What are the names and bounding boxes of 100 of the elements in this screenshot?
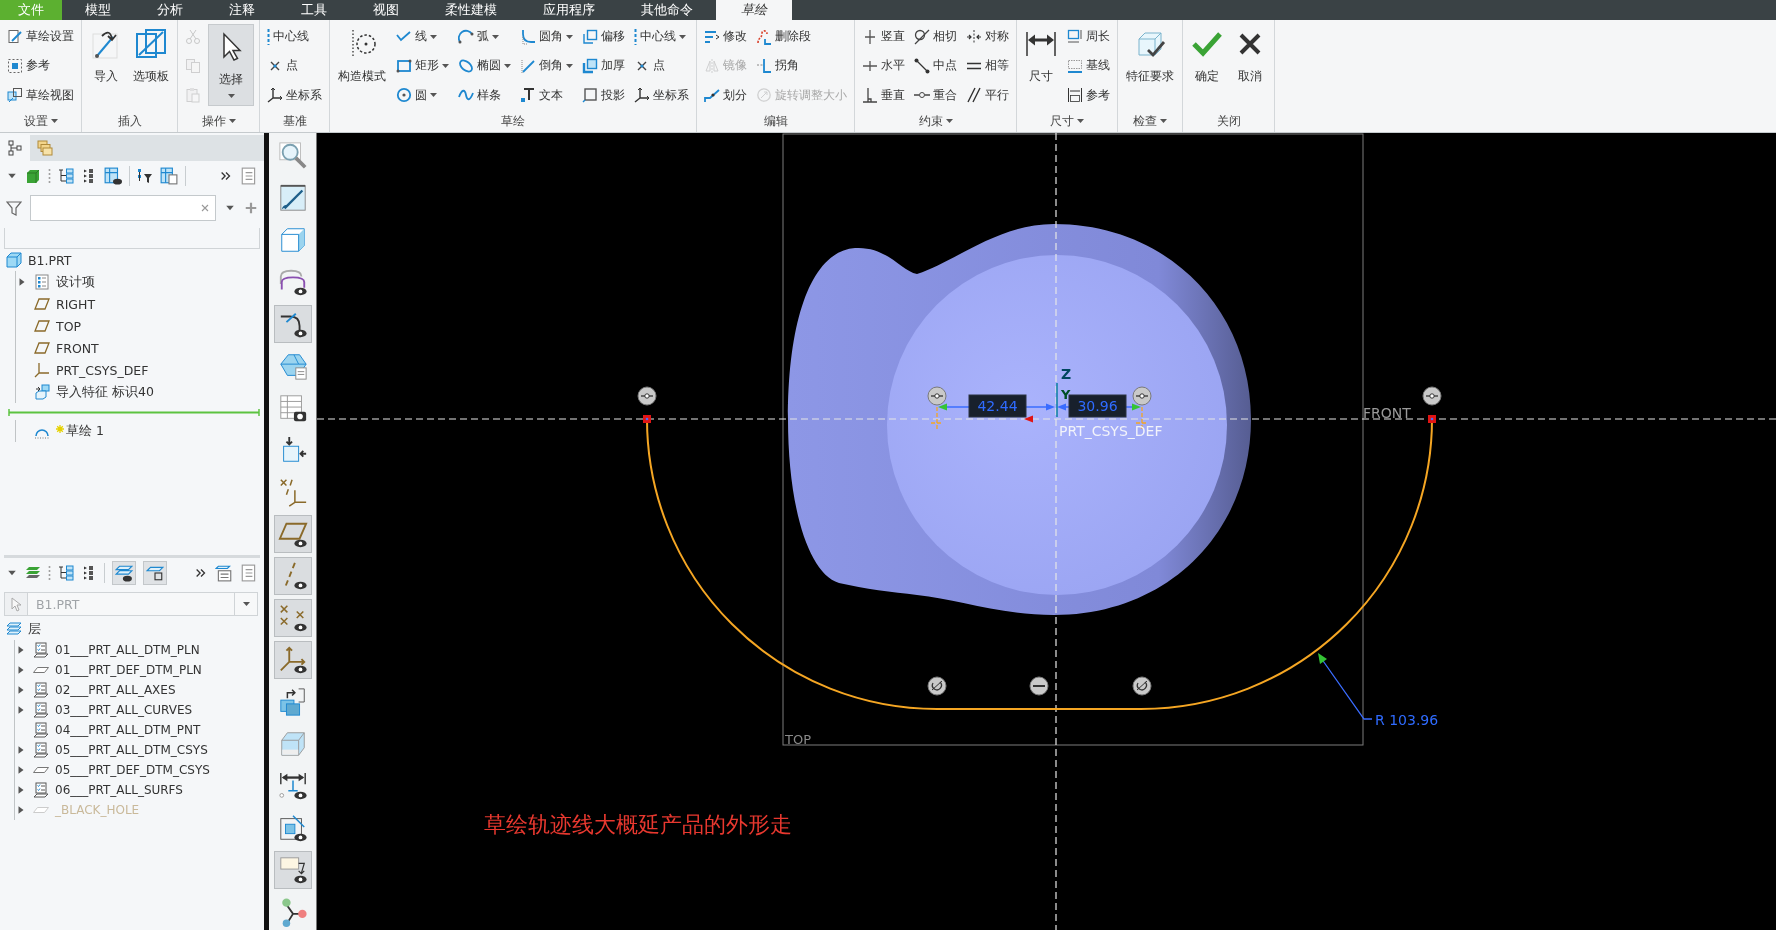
layer-item[interactable]: 01___PRT_DEF_DTM_PLN (15, 663, 202, 677)
ribbon-button[interactable]: 垂直 (860, 82, 907, 108)
ribbon-tab[interactable]: 草绘 (716, 0, 792, 20)
tree-item[interactable]: FRONT (16, 340, 99, 356)
view-toggle-button[interactable] (273, 851, 312, 889)
ribbon-button[interactable]: 构造模式 (335, 22, 389, 110)
view-toggle-button[interactable] (273, 515, 312, 553)
ribbon-button[interactable]: 弧 (456, 24, 513, 50)
ribbon-button[interactable]: 中心线 (265, 24, 324, 50)
tree-list-icon[interactable] (58, 168, 74, 184)
ribbon-button[interactable]: 确定 (1188, 22, 1226, 110)
ribbon-button[interactable]: 取消 (1231, 22, 1269, 110)
ribbon-button[interactable]: 周长 (1065, 24, 1112, 50)
ribbon-tab[interactable]: 工具 (278, 0, 350, 20)
ribbon-tab[interactable]: 视图 (350, 0, 422, 20)
ribbon-button[interactable]: 尺寸 (1022, 22, 1060, 110)
ribbon-button[interactable]: 坐标系 (632, 82, 691, 108)
tree-item[interactable]: 草绘 1 (16, 422, 104, 440)
group-menu-button[interactable]: 检查 (1130, 111, 1170, 131)
ribbon-button[interactable]: 点 (632, 53, 691, 79)
double-chevron-icon[interactable] (194, 566, 208, 580)
ribbon-button[interactable]: 椭圆 (456, 53, 513, 79)
ribbon-button[interactable]: 点 (265, 53, 324, 79)
ribbon-button[interactable]: 投影 (580, 82, 627, 108)
ribbon-button[interactable]: 参考 (1065, 82, 1112, 108)
document-icon[interactable] (240, 167, 258, 185)
ribbon-button[interactable]: 平行 (964, 82, 1011, 108)
tree-item[interactable]: B1.PRT (6, 252, 72, 268)
ribbon-button[interactable]: 文本 (518, 82, 575, 108)
ribbon-button[interactable]: 坐标系 (265, 82, 324, 108)
layer-item[interactable]: 06___PRT_ALL_SURFS (15, 782, 183, 798)
ribbon-button[interactable]: 基线 (1065, 53, 1112, 79)
table-eye-icon[interactable] (104, 167, 122, 185)
ribbon-button[interactable]: 中点 (912, 53, 959, 79)
document-icon[interactable] (240, 564, 258, 582)
ribbon-button[interactable]: 中心线 (632, 24, 691, 50)
ribbon-button[interactable]: 删除段 (754, 24, 849, 50)
dropdown-button[interactable]: 选择 (208, 24, 254, 106)
ribbon-button[interactable]: 相切 (912, 24, 959, 50)
ribbon-button[interactable]: 水平 (860, 53, 907, 79)
view-toggle-button[interactable] (273, 557, 312, 595)
ribbon-button[interactable]: 草绘设置 (5, 24, 76, 50)
ribbon-button[interactable]: 矩形 (394, 53, 451, 79)
layer-item[interactable]: 03___PRT_ALL_CURVES (15, 702, 193, 718)
tree-item[interactable]: 设计项 (16, 273, 95, 291)
plus-icon[interactable] (244, 201, 258, 215)
ribbon-button[interactable]: 线 (394, 24, 451, 50)
group-menu-button[interactable]: 设置 (20, 111, 61, 131)
ribbon-tab[interactable]: 应用程序 (520, 0, 618, 20)
layer-list-icon[interactable] (215, 564, 233, 582)
view-toggle-button[interactable] (273, 305, 312, 343)
ribbon-tab[interactable]: 注释 (206, 0, 278, 20)
layer-item[interactable]: 05___PRT_DEF_DTM_CSYS (15, 763, 210, 777)
view-toggle-button[interactable] (273, 599, 312, 637)
tree-list-icon[interactable] (58, 565, 74, 581)
view-toggle-button[interactable] (273, 641, 312, 679)
tree-item[interactable]: TOP (16, 318, 81, 334)
ribbon-button[interactable]: 圆 (394, 82, 451, 108)
filter-field[interactable] (30, 195, 216, 221)
tree-item[interactable]: RIGHT (16, 296, 96, 312)
group-menu-button[interactable]: 约束 (915, 111, 956, 131)
ribbon-button[interactable]: 竖直 (860, 24, 907, 50)
layer-item[interactable]: 02___PRT_ALL_AXES (15, 682, 176, 698)
ribbon-button[interactable]: 样条 (456, 82, 513, 108)
ribbon-button[interactable]: 对称 (964, 24, 1011, 50)
tree-item[interactable]: 导入特征 标识40 (16, 383, 154, 401)
double-chevron-icon[interactable] (219, 169, 233, 183)
ribbon-button[interactable]: 拐角 (754, 53, 849, 79)
panel-tab[interactable] (0, 135, 30, 161)
ribbon-button[interactable]: 导入 (87, 22, 125, 110)
layer-item[interactable]: 05___PRT_ALL_DTM_CSYS (15, 742, 208, 758)
clear-icon[interactable] (199, 202, 211, 214)
ribbon-tab[interactable]: 分析 (134, 0, 206, 20)
tree-item[interactable]: 层 (6, 620, 41, 638)
ribbon-button[interactable]: 相等 (964, 53, 1011, 79)
ribbon-button[interactable]: 参考 (5, 53, 76, 79)
ribbon-button[interactable]: 划分 (702, 82, 749, 108)
ribbon-tab[interactable]: 柔性建模 (422, 0, 520, 20)
layer-toggle-button[interactable] (112, 561, 136, 585)
ribbon-button[interactable]: 草绘视图 (5, 82, 76, 108)
layer-toggle-button[interactable] (143, 561, 167, 585)
ribbon-button[interactable]: 重合 (912, 82, 959, 108)
table-document-icon[interactable] (160, 167, 178, 185)
tree-item[interactable]: PRT_CSYS_DEF (16, 362, 149, 378)
layer-stack-icon[interactable] (25, 565, 41, 581)
insert-marker[interactable] (8, 409, 260, 416)
layer-item[interactable]: 04___PRT_ALL_DTM_PNT (15, 722, 201, 738)
ribbon-button[interactable]: 修改 (702, 24, 749, 50)
cube-icon[interactable] (25, 168, 41, 184)
ribbon-button[interactable]: 特征要求 (1123, 22, 1177, 110)
ribbon-button[interactable]: 加厚 (580, 53, 627, 79)
tree-funnel-icon[interactable] (137, 168, 153, 184)
ribbon-button[interactable]: 倒角 (518, 53, 575, 79)
ribbon-tab[interactable]: 模型 (62, 0, 134, 20)
group-menu-button[interactable]: 操作 (198, 111, 239, 131)
ribbon-button[interactable]: 圆角 (518, 24, 575, 50)
ribbon-button[interactable]: 偏移 (580, 24, 627, 50)
ribbon-tab[interactable]: 其他命令 (618, 0, 716, 20)
layer-item[interactable]: 01___PRT_ALL_DTM_PLN (15, 642, 200, 658)
group-menu-button[interactable]: 尺寸 (1047, 111, 1087, 131)
